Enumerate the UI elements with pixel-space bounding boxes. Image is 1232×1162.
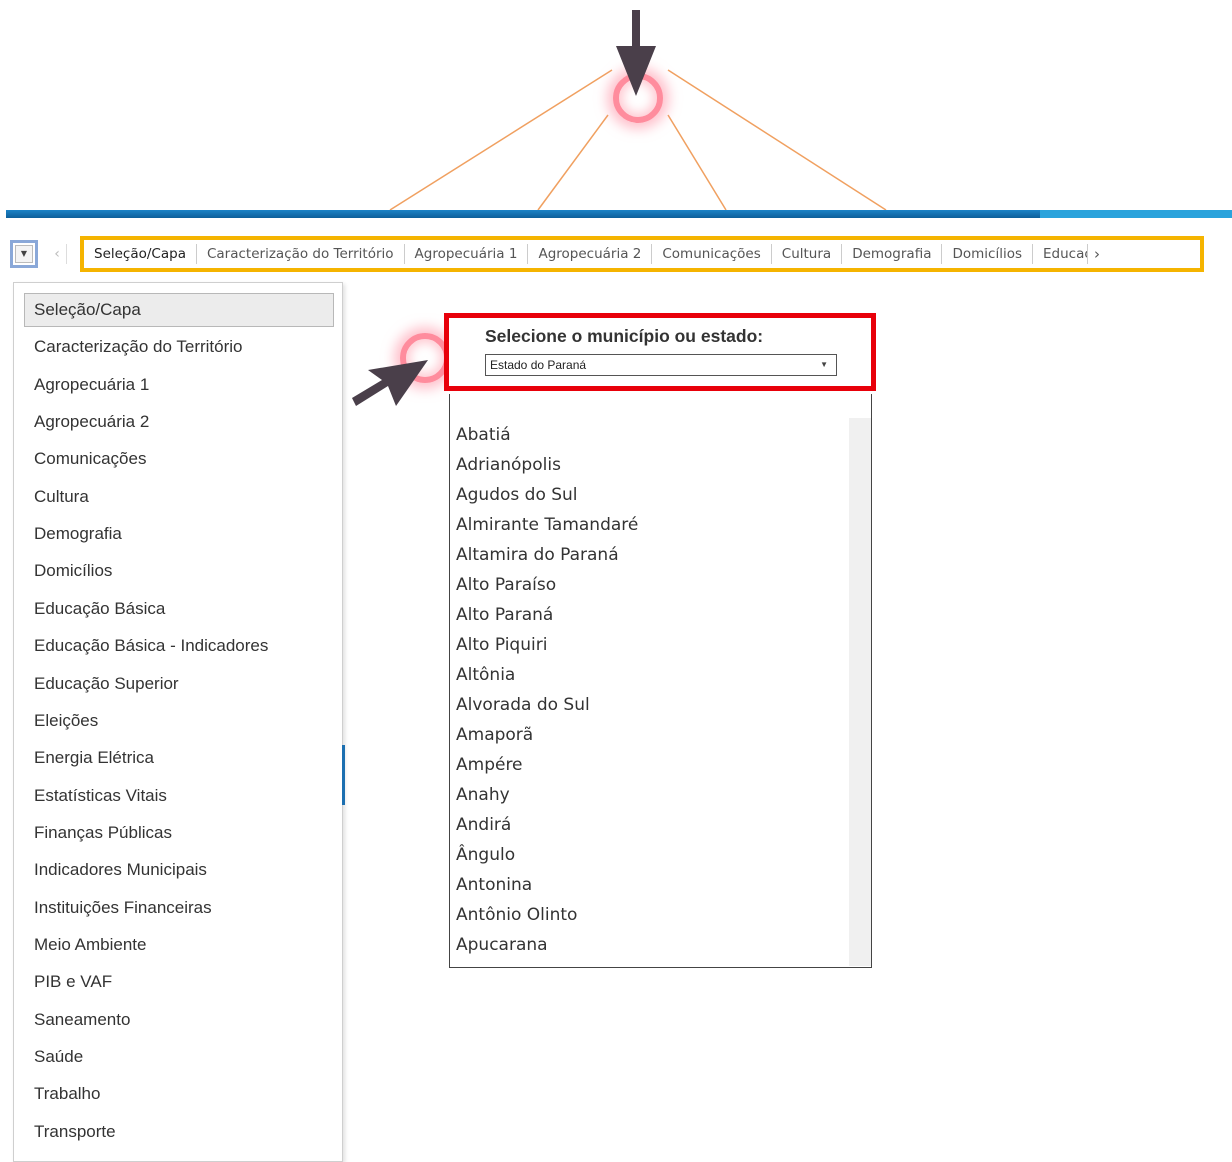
tab-item[interactable]: Educaçã [1033, 244, 1087, 264]
list-item[interactable]: Amaporã [456, 720, 533, 750]
list-item[interactable]: Antônio Olinto [456, 900, 577, 930]
menu-item[interactable]: Seleção/Capa [24, 293, 334, 327]
menu-item[interactable]: Demografia [24, 517, 334, 551]
panel-divider [342, 745, 345, 805]
menu-item[interactable]: Agropecuária 1 [24, 368, 334, 402]
menu-item[interactable]: Agropecuária 2 [24, 405, 334, 439]
menu-item[interactable]: Comunicações [24, 442, 334, 476]
chevron-right-icon[interactable]: › [1087, 244, 1106, 264]
menu-item[interactable]: Energia Elétrica [24, 741, 334, 775]
tab-item[interactable]: Comunicações [652, 244, 772, 264]
sheet-menu: Seleção/Capa Caracterização do Território… [13, 282, 343, 1162]
caret-down-icon: ▼ [15, 245, 33, 263]
tab-item[interactable]: Caracterização do Território [197, 244, 405, 264]
menu-item[interactable]: Finanças Públicas [24, 816, 334, 850]
scrollbar[interactable] [849, 418, 871, 966]
list-item[interactable]: Alto Piquiri [456, 630, 547, 660]
tab-item[interactable]: Agropecuária 2 [528, 244, 653, 264]
location-options-list: Abatiá Adrianópolis Agudos do Sul Almirante… [449, 394, 872, 968]
tab-item[interactable]: Domicílios [942, 244, 1033, 264]
header-accent-bar-light [1040, 210, 1232, 218]
list-item[interactable]: Anahy [456, 780, 510, 810]
menu-item[interactable]: Cultura [24, 480, 334, 514]
list-item[interactable]: Andirá [456, 810, 511, 840]
location-select[interactable]: Estado do Paraná ▼ [485, 354, 837, 376]
menu-item[interactable]: Meio Ambiente [24, 928, 334, 962]
list-item[interactable]: Alvorada do Sul [456, 690, 590, 720]
list-item[interactable]: Alto Paraíso [456, 570, 556, 600]
menu-item[interactable]: PIB e VAF [24, 965, 334, 999]
menu-item[interactable]: Estatísticas Vitais [24, 779, 334, 813]
annotation-overlay [0, 0, 1232, 230]
menu-item[interactable]: Saúde [24, 1040, 334, 1074]
tab-item[interactable]: Seleção/Capa [84, 244, 197, 264]
caret-down-icon: ▼ [820, 360, 828, 369]
list-item[interactable]: Agudos do Sul [456, 480, 578, 510]
location-selector: Selecione o município ou estado: Estado … [444, 313, 876, 391]
menu-item[interactable]: Eleições [24, 704, 334, 738]
menu-item[interactable]: Trabalho [24, 1077, 334, 1111]
list-item[interactable]: Apucarana [456, 930, 548, 960]
menu-item[interactable]: Transporte [24, 1115, 334, 1149]
list-item[interactable]: Ampére [456, 750, 523, 780]
arrow-pointer-icon [352, 360, 428, 406]
list-item[interactable]: Alto Paraná [456, 600, 553, 630]
chevron-left-icon[interactable]: ‹ [48, 244, 67, 264]
menu-item[interactable]: Educação Básica - Indicadores [24, 629, 334, 663]
menu-item[interactable]: Educação Superior [24, 667, 334, 701]
menu-item[interactable]: Caracterização do Território [24, 330, 334, 364]
menu-item[interactable]: Domicílios [24, 554, 334, 588]
arrow-down-icon [616, 10, 656, 96]
list-item[interactable]: Adrianópolis [456, 450, 561, 480]
tab-strip: ▼ ‹ Seleção/Capa Caracterização do Territ… [0, 232, 1232, 276]
menu-item[interactable]: Instituições Financeiras [24, 891, 334, 925]
list-item[interactable]: Abatiá [456, 420, 511, 450]
menu-item[interactable]: Indicadores Municipais [24, 853, 334, 887]
tab-list-dropdown-button[interactable]: ▼ [10, 240, 38, 268]
menu-item[interactable]: Educação Básica [24, 592, 334, 626]
list-item[interactable]: Antonina [456, 870, 532, 900]
tab-bar: Seleção/Capa Caracterização do Território… [80, 236, 1204, 272]
tab-item[interactable]: Cultura [772, 244, 843, 264]
list-item[interactable]: Almirante Tamandaré [456, 510, 638, 540]
tab-item[interactable]: Agropecuária 1 [405, 244, 529, 264]
list-item[interactable]: Ângulo [456, 840, 515, 870]
tab-item[interactable]: Demografia [842, 244, 943, 264]
menu-item[interactable]: Saneamento [24, 1003, 334, 1037]
selector-label: Selecione o município ou estado: [485, 326, 764, 346]
list-item[interactable]: Altônia [456, 660, 515, 690]
selected-value: Estado do Paraná [490, 358, 587, 372]
list-item[interactable]: Altamira do Paraná [456, 540, 619, 570]
